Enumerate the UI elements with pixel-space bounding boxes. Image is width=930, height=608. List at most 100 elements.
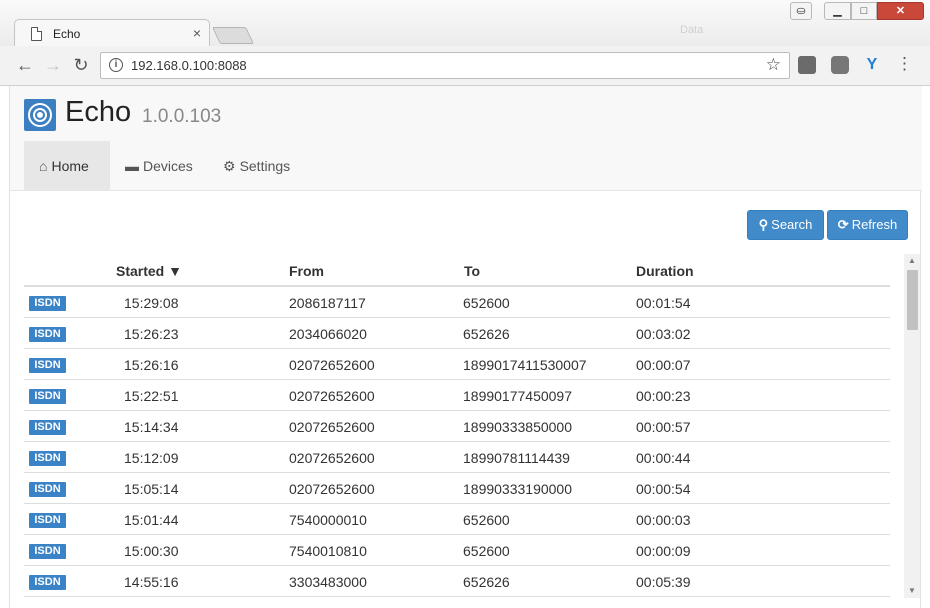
minimize-button[interactable]: ▁ bbox=[824, 2, 851, 20]
nav-settings-label: Settings bbox=[239, 158, 291, 174]
scroll-thumb[interactable] bbox=[907, 270, 918, 330]
nav-tab-devices[interactable]: ▬ Devices bbox=[110, 141, 208, 191]
cell-to: 18990333850000 bbox=[463, 419, 573, 435]
table-row[interactable]: ISDN 15:22:51 02072652600 18990177450097 00:… bbox=[24, 380, 890, 411]
call-type-badge: ISDN bbox=[29, 451, 66, 466]
cell-to: 18990333190000 bbox=[463, 481, 573, 497]
ghost-label: Data bbox=[680, 24, 704, 36]
cell-from: 3303483000 bbox=[289, 574, 367, 590]
cell-started: 15:05:14 bbox=[124, 481, 179, 497]
forward-arrow-icon[interactable]: → bbox=[42, 54, 64, 76]
cell-duration: 00:00:54 bbox=[636, 481, 691, 497]
cell-to: 652626 bbox=[463, 574, 510, 590]
call-type-badge: ISDN bbox=[29, 327, 66, 342]
cell-duration: 00:00:03 bbox=[636, 512, 691, 528]
nav-tab-settings[interactable]: ⚙ Settings bbox=[208, 141, 305, 191]
call-type-badge: ISDN bbox=[29, 513, 66, 528]
info-icon[interactable]: i bbox=[109, 58, 123, 72]
tab-title: Echo bbox=[53, 27, 81, 41]
call-type-badge: ISDN bbox=[29, 389, 66, 404]
cell-to: 652600 bbox=[463, 295, 510, 311]
cell-to: 1899017411530007 bbox=[463, 357, 587, 373]
reload-icon[interactable]: ↻ bbox=[70, 54, 92, 76]
url-text[interactable]: 192.168.0.100:8088 bbox=[131, 58, 247, 73]
cell-started: 15:00:30 bbox=[124, 543, 179, 559]
table-row[interactable]: ISDN 15:26:23 2034066020 652626 00:03:02 bbox=[24, 318, 890, 349]
cell-started: 15:26:16 bbox=[124, 357, 179, 373]
browser-tab[interactable]: Echo × bbox=[14, 19, 210, 47]
address-bar[interactable]: i 192.168.0.100:8088 ☆ bbox=[100, 52, 790, 79]
table-header: Started ▼ From To Duration bbox=[24, 254, 890, 287]
table-row[interactable]: ISDN 15:14:34 02072652600 18990333850000 00:… bbox=[24, 411, 890, 442]
extension-shield-icon[interactable] bbox=[831, 56, 849, 74]
cell-started: 15:29:08 bbox=[124, 295, 179, 311]
cell-to: 652626 bbox=[463, 326, 510, 342]
cell-from: 7540000010 bbox=[289, 512, 367, 528]
search-button[interactable]: ⚲ Search bbox=[747, 210, 824, 240]
header-duration[interactable]: Duration bbox=[636, 263, 694, 279]
cell-to: 652600 bbox=[463, 512, 510, 528]
refresh-button[interactable]: ⟳ Refresh bbox=[827, 210, 908, 240]
devices-icon: ▬ bbox=[125, 158, 139, 174]
scroll-down-icon[interactable]: ▼ bbox=[904, 584, 920, 598]
cell-from: 2086187117 bbox=[289, 295, 366, 311]
cell-duration: 00:05:39 bbox=[636, 574, 691, 590]
cell-from: 02072652600 bbox=[289, 450, 375, 466]
cell-from: 02072652600 bbox=[289, 388, 375, 404]
cell-from: 2034066020 bbox=[289, 326, 367, 342]
close-window-button[interactable]: ✕ bbox=[877, 2, 924, 20]
cell-started: 15:14:34 bbox=[124, 419, 179, 435]
nav-home-label: Home bbox=[51, 158, 89, 174]
call-type-badge: ISDN bbox=[29, 420, 66, 435]
cell-to: 18990781114439 bbox=[463, 450, 570, 466]
call-type-badge: ISDN bbox=[29, 482, 66, 497]
gear-icon: ⚙ bbox=[223, 158, 236, 174]
app-window: Echo 1.0.0.103 ⌂ Home ▬ Devices ⚙ Settings … bbox=[9, 86, 922, 608]
search-button-label: Search bbox=[771, 217, 813, 232]
browser-menu-icon[interactable]: ⋮ bbox=[896, 54, 913, 74]
nav-devices-label: Devices bbox=[143, 158, 193, 174]
browser-toolbar: ← → ↻ i 192.168.0.100:8088 ☆ Y ⋮ bbox=[0, 46, 930, 86]
call-type-badge: ISDN bbox=[29, 296, 66, 311]
cell-duration: 00:00:07 bbox=[636, 357, 691, 373]
refresh-icon: ⟳ bbox=[837, 217, 849, 232]
table-scrollbar[interactable]: ▲ ▼ bbox=[904, 254, 920, 598]
cell-duration: 00:00:23 bbox=[636, 388, 691, 404]
cell-duration: 00:00:09 bbox=[636, 543, 691, 559]
nav-tab-home[interactable]: ⌂ Home bbox=[24, 141, 110, 191]
cell-started: 15:01:44 bbox=[124, 512, 179, 528]
profile-button[interactable]: ⛀ bbox=[790, 2, 812, 20]
extension-y-icon[interactable]: Y bbox=[863, 56, 881, 74]
home-icon: ⌂ bbox=[39, 158, 48, 174]
table-row[interactable]: ISDN 14:55:16 3303483000 652626 00:05:39 bbox=[24, 566, 890, 597]
table-row[interactable]: ISDN 15:00:30 7540010810 652600 00:00:09 bbox=[24, 535, 890, 566]
table-row[interactable]: ISDN 15:29:08 2086187117 652600 00:01:54 bbox=[24, 287, 890, 318]
cell-from: 02072652600 bbox=[289, 481, 375, 497]
cell-duration: 00:00:44 bbox=[636, 450, 691, 466]
new-tab-button[interactable] bbox=[212, 27, 254, 44]
cell-from: 02072652600 bbox=[289, 419, 375, 435]
header-started[interactable]: Started ▼ bbox=[116, 263, 182, 279]
table-row[interactable]: ISDN 15:05:14 02072652600 18990333190000 00:… bbox=[24, 473, 890, 504]
tab-close-icon[interactable]: × bbox=[193, 25, 201, 41]
header-from[interactable]: From bbox=[289, 263, 324, 279]
search-icon: ⚲ bbox=[758, 217, 769, 232]
table-row[interactable]: ISDN 15:01:44 7540000010 652600 00:00:03 bbox=[24, 504, 890, 535]
bookmark-star-icon[interactable]: ☆ bbox=[766, 55, 781, 75]
logo-ring-inner bbox=[37, 112, 43, 118]
header-to[interactable]: To bbox=[464, 263, 480, 279]
call-type-badge: ISDN bbox=[29, 544, 66, 559]
extension-clipboard-icon[interactable] bbox=[798, 56, 816, 74]
cell-to: 18990177450097 bbox=[463, 388, 573, 404]
cell-started: 15:22:51 bbox=[124, 388, 179, 404]
call-type-badge: ISDN bbox=[29, 575, 66, 590]
calls-table: Started ▼ From To Duration ISDN 15:29:08 2… bbox=[24, 254, 890, 608]
table-row[interactable]: ISDN 15:12:09 02072652600 18990781114439 00:… bbox=[24, 442, 890, 473]
scroll-up-icon[interactable]: ▲ bbox=[904, 254, 920, 268]
maximize-button[interactable]: □ bbox=[851, 2, 877, 20]
cell-from: 7540010810 bbox=[289, 543, 367, 559]
cell-started: 15:12:09 bbox=[124, 450, 179, 466]
page-icon bbox=[31, 27, 42, 41]
table-row[interactable]: ISDN 15:26:16 02072652600 1899017411530007 0… bbox=[24, 349, 890, 380]
back-arrow-icon[interactable]: ← bbox=[14, 54, 36, 76]
